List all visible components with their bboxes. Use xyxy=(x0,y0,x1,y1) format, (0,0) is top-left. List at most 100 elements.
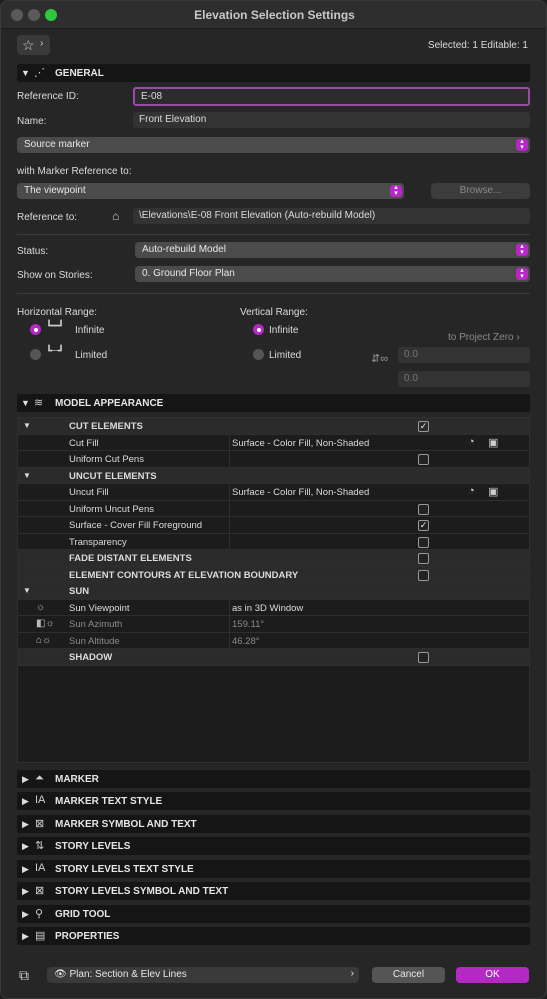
row-label: ELEMENT CONTOURS AT ELEVATION BOUNDARY xyxy=(69,569,299,581)
section-story-levels-symbol-text-title: STORY LEVELS SYMBOL AND TEXT xyxy=(55,886,229,897)
surface-fill-icon[interactable]: ◔ xyxy=(468,436,475,448)
sun-icon: ☼ xyxy=(36,601,46,613)
table-row[interactable]: ▼ CUT ELEMENTS ✓ xyxy=(18,418,529,435)
horizontal-infinite-label: Infinite xyxy=(75,325,105,336)
row-label: Cut Fill xyxy=(69,437,99,449)
marker-reference-label: with Marker Reference to: xyxy=(17,166,132,177)
section-general-title: GENERAL xyxy=(55,68,104,79)
table-row[interactable]: Uncut Fill Surface - Color Fill, Non-Sha… xyxy=(18,484,529,501)
disclosure-open-icon: ▼ xyxy=(23,586,31,595)
disclosure-closed-icon: ▶ xyxy=(22,931,29,941)
browse-button[interactable]: Browse... xyxy=(431,183,530,199)
row-label: Sun Viewpoint xyxy=(69,602,130,614)
show-on-stories-value: 0. Ground Floor Plan xyxy=(142,268,235,279)
marker-reference-popup[interactable]: The viewpoint ▴ ▾ xyxy=(17,183,404,199)
shadow-checkbox[interactable] xyxy=(418,652,429,663)
chevron-right-icon: › xyxy=(516,332,520,343)
table-row[interactable]: Transparency xyxy=(18,534,529,550)
table-row[interactable]: Cut Fill Surface - Color Fill, Non-Shade… xyxy=(18,435,529,451)
reference-id-input[interactable]: E-08 xyxy=(133,87,530,106)
row-value: 46.28° xyxy=(232,635,260,647)
disclosure-closed-icon: ▶ xyxy=(22,841,29,851)
name-input[interactable]: Front Elevation xyxy=(133,112,530,128)
section-story-levels[interactable]: ▶ ⇅ STORY LEVELS xyxy=(17,837,530,855)
uniform-cut-pens-checkbox[interactable] xyxy=(418,454,429,465)
row-label: Sun Azimuth xyxy=(69,619,123,630)
text-style-icon: IA xyxy=(35,862,46,874)
uniform-uncut-pens-checkbox[interactable] xyxy=(418,503,429,515)
table-row[interactable]: ⌂☼ Sun Altitude 46.28° xyxy=(18,633,529,649)
disclosure-closed-icon: ▶ xyxy=(22,774,29,784)
table-row[interactable]: ELEMENT CONTOURS AT ELEVATION BOUNDARY xyxy=(18,566,529,583)
vertical-infinite-radio[interactable] xyxy=(253,324,264,335)
vertical-top-input[interactable]: 0.0 xyxy=(398,347,530,363)
table-row[interactable]: Uniform Cut Pens xyxy=(18,451,529,468)
cut-elements-checkbox[interactable]: ✓ xyxy=(418,421,429,432)
disclosure-open-icon: ▼ xyxy=(23,470,31,480)
selection-info: Selected: 1 Editable: 1 xyxy=(427,40,528,51)
to-project-zero-link[interactable]: to Project Zero › xyxy=(448,332,520,343)
section-general[interactable]: ▼ ⋰ GENERAL xyxy=(17,64,530,82)
dialog-window: Elevation Selection Settings ☆ › Selecte… xyxy=(0,0,547,999)
row-label: Uncut Fill xyxy=(69,487,109,498)
disclosure-closed-icon: ▶ xyxy=(22,909,29,919)
table-row[interactable]: ◧☼ Sun Azimuth 159.11° xyxy=(18,616,529,633)
section-grid-tool[interactable]: ▶ ⚲ GRID TOOL xyxy=(17,905,530,923)
show-on-stories-popup[interactable]: 0. Ground Floor Plan ▴ ▾ xyxy=(135,266,530,282)
section-story-levels-text-style-title: STORY LEVELS TEXT STYLE xyxy=(55,864,194,875)
table-row[interactable]: ▼ SUN xyxy=(18,583,529,600)
row-label: CUT ELEMENTS xyxy=(69,421,143,432)
row-label: Surface - Cover Fill Foreground xyxy=(69,520,203,531)
table-row[interactable]: ☼ Sun Viewpoint as in 3D Window xyxy=(18,600,529,616)
section-story-levels-title: STORY LEVELS xyxy=(55,841,131,852)
row-value: Surface - Color Fill, Non-Shaded xyxy=(232,487,370,498)
disclosure-closed-icon: ▶ xyxy=(22,819,29,829)
popup-arrows-icon: ▴ ▾ xyxy=(390,184,402,197)
properties-icon: ▤ xyxy=(35,930,46,942)
disclosure-open-icon: ▼ xyxy=(23,421,31,430)
table-row[interactable]: Surface - Cover Fill Foreground ✓ xyxy=(18,517,529,534)
section-properties[interactable]: ▶ ▤ PROPERTIES xyxy=(17,927,530,945)
horizontal-limited-radio[interactable] xyxy=(30,349,41,360)
cube-icon[interactable]: ▣ xyxy=(488,485,498,498)
status-popup[interactable]: Auto-rebuild Model ▴ ▾ xyxy=(135,242,530,258)
table-row[interactable]: Uniform Uncut Pens xyxy=(18,501,529,517)
title-bar: Elevation Selection Settings xyxy=(1,1,546,29)
fade-distant-elements-checkbox[interactable] xyxy=(418,553,429,564)
cover-fill-foreground-checkbox[interactable]: ✓ xyxy=(418,520,429,531)
cube-icon[interactable]: ▣ xyxy=(488,436,498,449)
model-appearance-icon: ≋ xyxy=(34,397,44,409)
section-model-appearance[interactable]: ▼ ≋ MODEL APPEARANCE xyxy=(17,394,530,412)
cancel-button[interactable]: Cancel xyxy=(372,967,445,983)
element-contours-checkbox[interactable] xyxy=(418,569,429,581)
ok-button[interactable]: OK xyxy=(456,967,529,983)
horizontal-infinite-radio[interactable] xyxy=(30,324,41,335)
section-story-levels-text-style[interactable]: ▶ IA STORY LEVELS TEXT STYLE xyxy=(17,860,530,878)
popup-arrows-icon: ▴ ▾ xyxy=(516,267,528,280)
layer-popup[interactable]: 👁 Plan: Section & Elev Lines › xyxy=(47,967,359,983)
general-settings-icon: ⋰ xyxy=(34,67,45,79)
row-label: Sun Altitude xyxy=(69,635,120,647)
table-row[interactable]: SHADOW xyxy=(18,649,529,666)
transparency-checkbox[interactable] xyxy=(418,536,429,548)
text-style-icon: IA xyxy=(35,794,46,806)
show-on-stories-label: Show on Stories: xyxy=(17,270,93,281)
vertical-bottom-input[interactable]: 0.0 xyxy=(398,371,530,387)
popup-arrows-icon: ▴ ▾ xyxy=(516,138,528,151)
vertical-limited-radio[interactable] xyxy=(253,349,264,360)
favorites-button[interactable]: ☆ › xyxy=(17,35,50,55)
table-row[interactable]: FADE DISTANT ELEMENTS xyxy=(18,550,529,567)
to-project-zero-label: to Project Zero xyxy=(448,332,514,343)
section-marker[interactable]: ▶ ⏶ MARKER xyxy=(17,770,530,788)
section-marker-text-style-title: MARKER TEXT STYLE xyxy=(55,796,163,807)
limited-range-icon: ┗┄┛ xyxy=(46,346,65,357)
reference-id-label: Reference ID: xyxy=(17,91,79,102)
section-marker-text-style[interactable]: ▶ IA MARKER TEXT STYLE xyxy=(17,792,530,810)
table-row[interactable]: ▼ UNCUT ELEMENTS xyxy=(18,467,529,484)
row-label: FADE DISTANT ELEMENTS xyxy=(69,553,192,564)
section-story-levels-symbol-text[interactable]: ▶ ⊠ STORY LEVELS SYMBOL AND TEXT xyxy=(17,882,530,900)
surface-fill-icon[interactable]: ◔ xyxy=(468,485,475,497)
source-marker-popup[interactable]: Source marker ▴ ▾ xyxy=(17,137,530,153)
star-icon: ☆ xyxy=(22,37,35,53)
section-marker-symbol-text[interactable]: ▶ ⊠ MARKER SYMBOL AND TEXT xyxy=(17,815,530,833)
